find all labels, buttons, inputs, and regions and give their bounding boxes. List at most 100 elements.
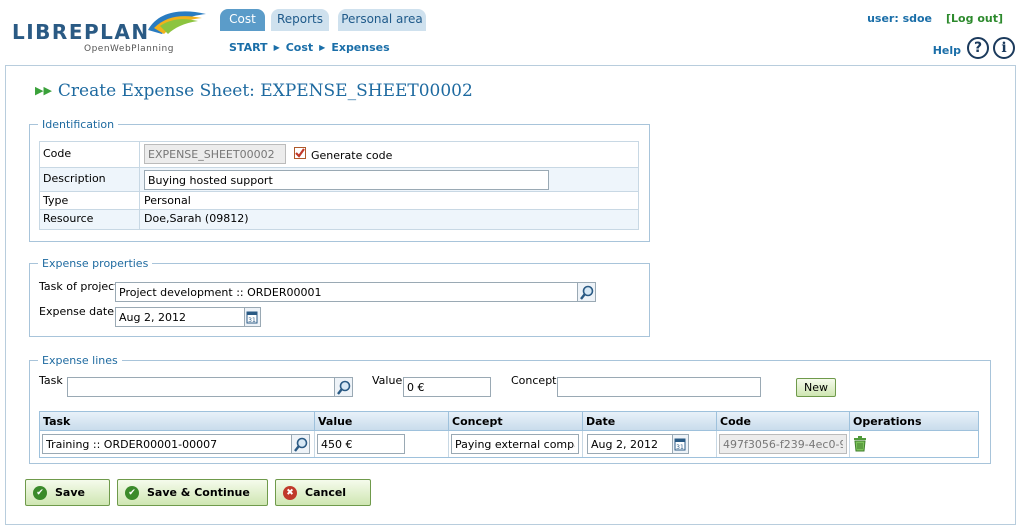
task-of-project-search-button[interactable] [578, 282, 596, 302]
save-button[interactable]: ✔ Save [25, 479, 110, 506]
row-value-input[interactable] [317, 434, 405, 454]
logo-bird-icon [148, 11, 206, 34]
cancel-button[interactable]: ✖ Cancel [275, 479, 371, 506]
column-header-date[interactable]: Date [583, 412, 717, 431]
identification-grid: Code Generate code Description Type Pers… [39, 141, 639, 230]
identification-legend: Identification [42, 118, 115, 131]
svg-text:31: 31 [676, 444, 684, 451]
checkmark-icon [295, 148, 305, 158]
breadcrumb: START ▶ Cost ▶ Expenses [229, 41, 390, 54]
description-cell [141, 168, 638, 191]
type-row: Type Personal [40, 192, 638, 210]
help-link[interactable]: Help [933, 44, 961, 57]
tab-cost[interactable]: Cost [220, 9, 265, 31]
column-header-code[interactable]: Code [717, 412, 850, 431]
description-input[interactable] [144, 170, 549, 190]
new-line-value-input[interactable] [403, 377, 491, 397]
trash-icon[interactable] [853, 436, 867, 452]
resource-value: Doe,Sarah (09812) [144, 212, 249, 225]
tab-personal-area[interactable]: Personal area [338, 9, 426, 31]
code-row: Code Generate code [40, 142, 638, 168]
new-line-value-label: Value [372, 374, 403, 387]
breadcrumb-expenses[interactable]: Expenses [331, 41, 389, 54]
expense-date-input[interactable] [115, 307, 245, 327]
logo-subtitle: OpenWebPlanning [84, 44, 174, 54]
description-row: Description [40, 168, 638, 192]
row-task-input[interactable] [42, 434, 292, 454]
row-task-cell [40, 431, 315, 457]
save-and-continue-label: Save & Continue [147, 486, 250, 499]
column-header-task[interactable]: Task [40, 412, 315, 431]
row-code-input [719, 434, 847, 454]
magnifier-icon [580, 285, 594, 300]
breadcrumb-arrow-icon: ▶ [319, 43, 326, 52]
expense-date-calendar-button[interactable]: 31 [245, 307, 261, 327]
table-row: 31 [40, 431, 978, 457]
code-cell: Generate code [141, 142, 638, 167]
save-and-continue-button[interactable]: ✔ Save & Continue [117, 479, 268, 506]
title-double-arrow-icon: ▶▶ [35, 84, 52, 97]
new-line-button[interactable]: New [796, 378, 836, 397]
expense-lines-table: Task Value Concept Date Code Operations [39, 411, 979, 458]
generate-code-label: Generate code [311, 149, 393, 162]
user-label: user: sdoe [867, 12, 933, 25]
breadcrumb-start[interactable]: START [229, 41, 268, 54]
breadcrumb-cost[interactable]: Cost [286, 41, 313, 54]
row-value-cell [315, 431, 449, 457]
row-date-calendar-button[interactable]: 31 [673, 434, 689, 454]
calendar-icon: 31 [246, 311, 258, 324]
main-panel: ▶▶ Create Expense Sheet: EXPENSE_SHEET000… [5, 65, 1016, 525]
identification-fieldset: Identification Code Generate code Descri… [29, 118, 650, 242]
help-question-icon[interactable]: ? [967, 37, 989, 59]
logout-link[interactable]: [Log out] [946, 12, 1003, 25]
type-value: Personal [144, 194, 191, 207]
resource-row: Resource Doe,Sarah (09812) [40, 210, 638, 229]
new-line-concept-input[interactable] [557, 377, 761, 397]
expense-lines-fieldset: Expense lines Task Value Concept New Tas… [29, 354, 991, 464]
new-line-task-input[interactable] [67, 377, 335, 397]
tab-reports[interactable]: Reports [271, 9, 329, 31]
help-box: Help ? i [917, 37, 1017, 61]
task-of-project-input[interactable] [115, 282, 578, 302]
app-header: LIBREPLAN OpenWebPlanning Cost Reports P… [0, 0, 1021, 64]
column-header-concept[interactable]: Concept [449, 412, 583, 431]
magnifier-icon [337, 380, 351, 395]
save-button-label: Save [55, 486, 85, 499]
page-title-text: Create Expense Sheet: EXPENSE_SHEET00002 [57, 81, 473, 101]
check-circle-icon: ✔ [33, 486, 47, 500]
cancel-circle-icon: ✖ [283, 486, 297, 500]
row-concept-cell [449, 431, 583, 457]
magnifier-icon [294, 437, 308, 452]
breadcrumb-arrow-icon: ▶ [273, 43, 280, 52]
column-header-value[interactable]: Value [315, 412, 449, 431]
task-of-project-label: Task of project [39, 280, 119, 293]
expense-properties-fieldset: Expense properties Task of project Expen… [29, 257, 650, 337]
code-input [144, 144, 286, 164]
resource-label: Resource [40, 210, 140, 229]
new-line-task-label: Task [39, 374, 63, 387]
description-label: Description [40, 168, 140, 191]
new-line-concept-label: Concept [511, 374, 557, 387]
expense-date-label: Expense date [39, 305, 114, 318]
row-date-cell: 31 [583, 431, 717, 457]
code-label: Code [40, 142, 140, 167]
row-date-input[interactable] [587, 434, 673, 454]
generate-code-checkbox[interactable] [294, 147, 306, 159]
row-task-search-button[interactable] [292, 434, 310, 454]
new-line-task-search-button[interactable] [335, 377, 353, 397]
type-label: Type [40, 192, 140, 209]
row-code-cell [717, 431, 850, 457]
row-operations-cell [850, 431, 978, 457]
user-box: user: sdoe [Log out] [867, 12, 1003, 25]
cancel-button-label: Cancel [305, 486, 347, 499]
page-title: ▶▶ Create Expense Sheet: EXPENSE_SHEET000… [35, 81, 473, 101]
expense-lines-legend: Expense lines [42, 354, 118, 367]
column-header-operations: Operations [853, 415, 922, 428]
info-icon[interactable]: i [993, 37, 1015, 59]
check-circle-icon: ✔ [125, 486, 139, 500]
row-concept-input[interactable] [451, 434, 579, 454]
app-logo[interactable]: LIBREPLAN OpenWebPlanning [12, 6, 212, 56]
calendar-icon: 31 [674, 438, 686, 451]
table-header: Task Value Concept Date Code Operations [40, 412, 978, 431]
svg-text:31: 31 [248, 317, 256, 324]
